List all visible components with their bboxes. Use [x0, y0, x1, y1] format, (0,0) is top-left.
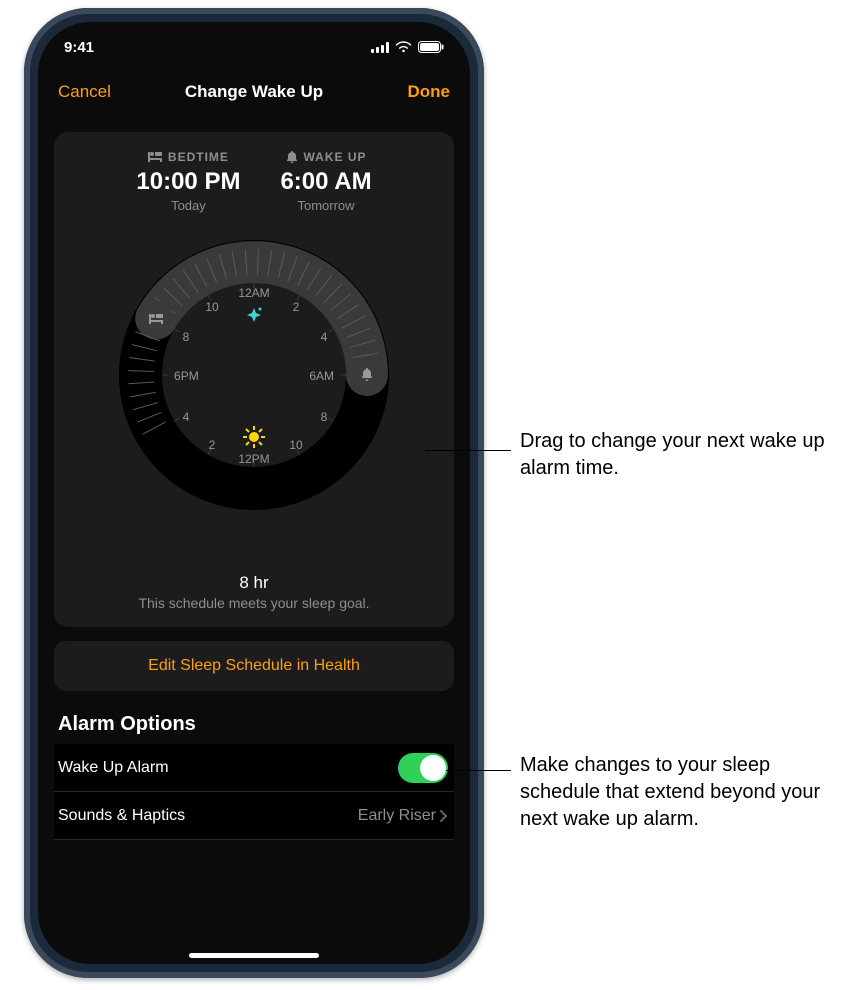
bed-icon	[148, 152, 162, 162]
wakeup-block: WAKE UP 6:00 AM Tomorrow	[280, 150, 371, 213]
svg-text:10: 10	[289, 438, 303, 452]
home-indicator[interactable]	[189, 953, 319, 958]
edit-sleep-health-button[interactable]: Edit Sleep Schedule in Health	[54, 641, 454, 691]
alarm-options-header: Alarm Options	[58, 713, 450, 736]
status-bar: 9:41	[38, 22, 470, 66]
sleep-dial[interactable]: 12AM 6AM 12PM 6PM 2 4 8 10 2 4 8 10	[104, 225, 404, 525]
status-right	[371, 41, 444, 53]
screen: 9:41 Cancel Change Wake Up Done	[38, 22, 470, 964]
callout-leader-1	[425, 450, 511, 451]
callout-2: Make changes to your sleep schedule that…	[520, 752, 840, 833]
bedtime-time: 10:00 PM	[136, 168, 240, 196]
callout-1: Drag to change your next wake up alarm t…	[520, 428, 840, 482]
svg-text:8: 8	[183, 330, 190, 344]
wake-up-alarm-toggle[interactable]	[398, 753, 448, 783]
svg-text:2: 2	[209, 438, 216, 452]
time-header: BEDTIME 10:00 PM Today WAKE UP 6:00 AM T…	[68, 150, 440, 213]
edit-sleep-health-label: Edit Sleep Schedule in Health	[148, 657, 360, 675]
svg-text:4: 4	[183, 410, 190, 424]
battery-icon	[418, 41, 444, 53]
bedtime-block: BEDTIME 10:00 PM Today	[136, 150, 240, 213]
goal-block: 8 hr This schedule meets your sleep goal…	[68, 573, 440, 611]
wakeup-day: Tomorrow	[280, 198, 371, 213]
wakeup-handle	[349, 357, 385, 393]
callout-leader-2	[446, 770, 511, 771]
wakeup-time: 6:00 AM	[280, 168, 371, 196]
svg-text:6AM: 6AM	[309, 369, 334, 383]
svg-text:8: 8	[321, 410, 328, 424]
cancel-button[interactable]: Cancel	[58, 82, 128, 102]
svg-text:2: 2	[293, 300, 300, 314]
sounds-haptics-value: Early Riser	[358, 807, 436, 825]
schedule-card: BEDTIME 10:00 PM Today WAKE UP 6:00 AM T…	[54, 132, 454, 627]
status-time: 9:41	[64, 39, 94, 56]
bedtime-day: Today	[136, 198, 240, 213]
nav-title: Change Wake Up	[185, 82, 323, 102]
sounds-haptics-row[interactable]: Sounds & Haptics Early Riser	[54, 792, 454, 840]
svg-text:6PM: 6PM	[174, 369, 199, 383]
bell-icon	[286, 151, 298, 163]
wifi-icon	[395, 41, 412, 53]
bedtime-label: BEDTIME	[168, 150, 229, 164]
goal-hours: 8 hr	[68, 573, 440, 593]
wakeup-label: WAKE UP	[304, 150, 367, 164]
chevron-right-icon	[440, 810, 448, 822]
iphone-frame: 9:41 Cancel Change Wake Up Done	[24, 8, 484, 978]
sounds-haptics-label: Sounds & Haptics	[58, 807, 185, 825]
sun-icon	[243, 426, 265, 448]
bedtime-handle	[138, 301, 174, 337]
svg-text:4: 4	[321, 330, 328, 344]
nav-bar: Cancel Change Wake Up Done	[38, 66, 470, 118]
wake-up-alarm-label: Wake Up Alarm	[58, 759, 169, 777]
done-button[interactable]: Done	[380, 82, 450, 102]
wake-up-alarm-row: Wake Up Alarm	[54, 744, 454, 792]
svg-text:10: 10	[205, 300, 219, 314]
cellular-icon	[371, 42, 389, 53]
goal-subtext: This schedule meets your sleep goal.	[68, 595, 440, 611]
